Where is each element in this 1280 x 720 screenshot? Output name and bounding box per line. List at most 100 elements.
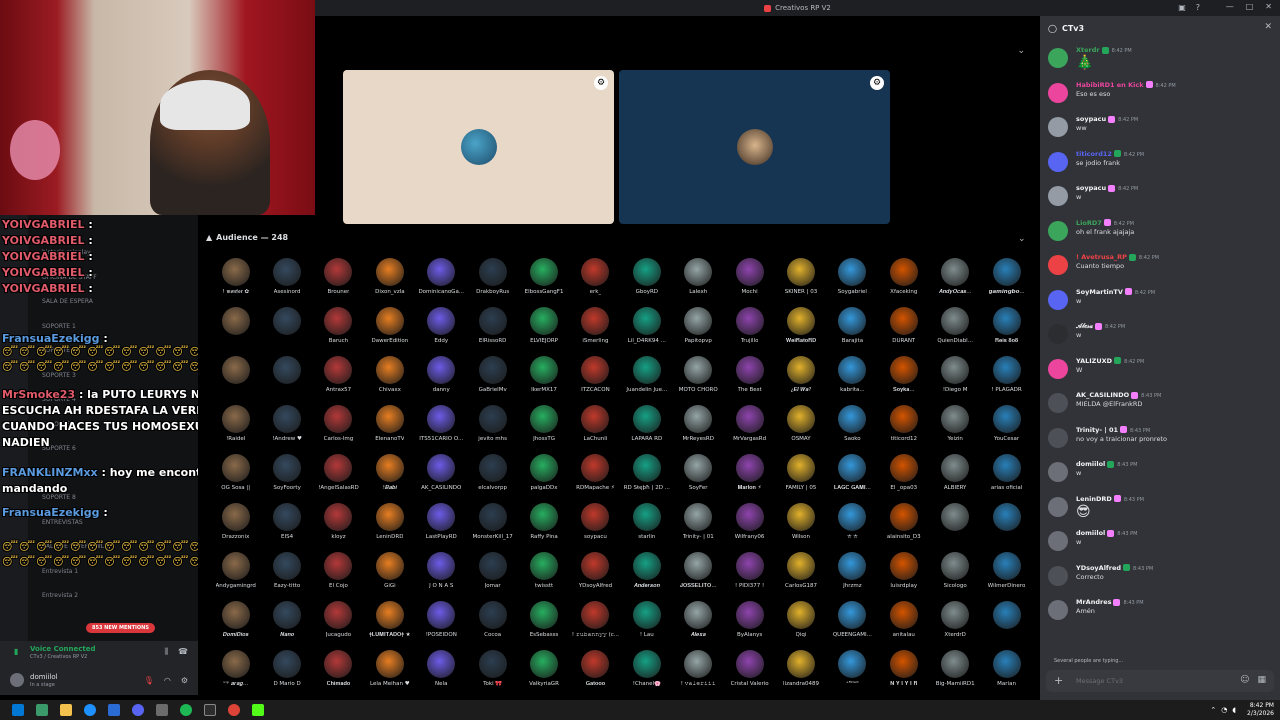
audience-member[interactable]: ¿𝑬𝒍 𝑾𝒂?	[775, 356, 826, 405]
audience-member[interactable]: GaBrielMv	[467, 356, 518, 405]
audience-member[interactable]: Wilson	[775, 503, 826, 552]
audience-member[interactable]: EIS4	[261, 503, 312, 552]
message-author[interactable]: HabibiRD1 en Kick	[1076, 81, 1144, 89]
audience-member[interactable]: anitalau	[878, 601, 929, 650]
audience-member[interactable]: Lela Meihan ♥	[364, 650, 415, 699]
message-author[interactable]: soypacu	[1076, 115, 1106, 123]
audience-member[interactable]: GiGi	[364, 552, 415, 601]
audience-member[interactable]: WilmerDinero	[981, 552, 1032, 601]
mute-icon[interactable]: 🎙	[144, 676, 154, 685]
audience-member[interactable]: Antrax57	[313, 356, 364, 405]
audience-member[interactable]	[210, 356, 261, 405]
audience-member[interactable]: DawerEdition	[364, 307, 415, 356]
audience-member[interactable]: DURANT	[878, 307, 929, 356]
audience-member[interactable]: kloyz	[313, 503, 364, 552]
outlook-icon[interactable]	[108, 704, 120, 716]
audience-member[interactable]: 𝐆𝐚𝐭𝐨𝐨𝐨	[570, 650, 621, 699]
audience-member[interactable]: 𝐂𝐡𝐢𝐦𝐚𝐝𝐨	[313, 650, 364, 699]
audience-member[interactable]: Cocoa	[467, 601, 518, 650]
avatar[interactable]	[1048, 151, 1068, 172]
disconnect-icon[interactable]: ☎	[178, 647, 188, 657]
noise-suppression-icon[interactable]: ⫼	[164, 647, 168, 657]
stream-settings-icon[interactable]: ⚙	[870, 76, 884, 90]
minimize-button[interactable]: —	[1226, 2, 1234, 11]
chat-message[interactable]: LeninDRD 8:43 PM 😎	[1046, 495, 1274, 525]
folder-icon[interactable]	[60, 704, 72, 716]
audience-member[interactable]: ⁺ᴿᴰᵃʳᵗ	[827, 650, 878, 699]
audience-member[interactable]: Cristal Valerio	[724, 650, 775, 699]
audience-member[interactable]: 𝙜𝙖𝙢𝙞𝙣𝙜𝙗𝙤...	[981, 258, 1032, 307]
audience-member[interactable]: ! 𝚟𝚊𝚕𝚎𝚛𝚒𝚒𝚒	[673, 650, 724, 699]
chevron-up-icon[interactable]: ⌃	[1210, 706, 1216, 714]
chat-message[interactable]: Trinity- | 01 8:43 PM no voy a traicionar …	[1046, 426, 1274, 456]
inbox-icon[interactable]: ▣	[1178, 3, 1186, 12]
audience-member[interactable]: 𝐒𝐨𝐲𝐤𝐚...	[878, 356, 929, 405]
audience-member[interactable]: Lalexh	[673, 258, 724, 307]
audience-member[interactable]: Papitopvp	[673, 307, 724, 356]
message-author[interactable]: domiilol	[1076, 529, 1105, 537]
speaker-tile[interactable]: ⚙	[619, 70, 890, 224]
audience-member[interactable]: !Diego M	[929, 356, 980, 405]
avatar[interactable]	[1048, 531, 1068, 551]
avatar[interactable]	[1048, 565, 1068, 586]
audience-member[interactable]	[929, 503, 980, 552]
avatar[interactable]	[1048, 496, 1068, 517]
browser-icon[interactable]	[84, 704, 96, 716]
audience-member[interactable]: OG Sosa ||	[210, 454, 261, 503]
message-author[interactable]: YDsoyAlfred	[1076, 564, 1121, 572]
speaker-tile[interactable]: ⚙	[343, 70, 614, 224]
audience-member[interactable]: Sicologo	[929, 552, 980, 601]
headset-icon[interactable]: ◠	[164, 676, 171, 685]
discord-icon[interactable]	[132, 704, 144, 716]
audience-member[interactable]: 𝐌𝐚𝐫𝐥𝐨𝐧 ⚡	[724, 454, 775, 503]
chat-message[interactable]: HabibiRD1 en Kick 8:42 PM Eso es eso	[1046, 81, 1274, 111]
message-author[interactable]: domiilol	[1076, 460, 1105, 468]
avatar[interactable]	[1048, 462, 1068, 482]
audience-member[interactable]: MOTO CHORO	[673, 356, 724, 405]
avatar[interactable]	[1048, 82, 1068, 103]
audience-member[interactable]: DrakboyRus	[467, 258, 518, 307]
audience-member[interactable]: ElenanoTV	[364, 405, 415, 454]
audience-member[interactable]: luisrdplay	[878, 552, 929, 601]
message-author[interactable]: AK_CASILINDO	[1076, 391, 1129, 399]
audience-member[interactable]: danny	[416, 356, 467, 405]
spotify-icon[interactable]	[180, 704, 192, 716]
audience-member[interactable]: SoyFoorty	[261, 454, 312, 503]
avatar[interactable]	[1048, 48, 1068, 68]
audience-member[interactable]	[981, 503, 1032, 552]
app-icon[interactable]	[156, 704, 168, 716]
audience-member[interactable]: Barajita	[827, 307, 878, 356]
audience-member[interactable]: EsSebasss	[518, 601, 569, 650]
audience-member[interactable]: IkerMX17	[518, 356, 569, 405]
avatar[interactable]	[10, 673, 24, 687]
avatar[interactable]	[1048, 358, 1068, 379]
chat-message[interactable]: domiilol 8:43 PM w	[1046, 460, 1274, 490]
audience-member[interactable]: The Best	[724, 356, 775, 405]
audience-member[interactable]: Eddy	[416, 307, 467, 356]
audience-member[interactable]: jevito mhs	[467, 405, 518, 454]
audience-member[interactable]: ᵛᶦᵖ 𝒂𝒓𝒂𝒈...	[210, 650, 261, 699]
chat-message[interactable]: soypacu 8:42 PM ww	[1046, 115, 1274, 145]
chat-message[interactable]: SoyMartinTV 8:42 PM w	[1046, 288, 1274, 318]
audience-member[interactable]: ! 𝖒𝖔𝖓𝖋𝖔𝖗 ✿	[210, 258, 261, 307]
audience-member[interactable]: El _opa03	[878, 454, 929, 503]
avatar[interactable]	[1048, 393, 1068, 413]
avatar[interactable]	[1048, 220, 1068, 241]
audience-member[interactable]: titicord12	[878, 405, 929, 454]
volume-icon[interactable]: ◖	[1232, 706, 1236, 714]
kick-icon[interactable]	[252, 704, 264, 716]
audience-member[interactable]: QuienDiabl...	[929, 307, 980, 356]
audience-member[interactable]: soypacu	[570, 503, 621, 552]
audience-member[interactable]: GboyRD	[621, 258, 672, 307]
audience-member[interactable]: ITZCACON	[570, 356, 621, 405]
audience-member[interactable]: Trujillo	[724, 307, 775, 356]
audience-member[interactable]: Nela	[416, 650, 467, 699]
audience-member[interactable]: twisstt	[518, 552, 569, 601]
audience-member[interactable]: Yeizin	[929, 405, 980, 454]
clock[interactable]: 8:42 PM 2/3/2026	[1247, 702, 1274, 718]
audience-member[interactable]: Saoko	[827, 405, 878, 454]
audience-member[interactable]: 𝐑𝐞𝐢𝐬 𝟖𝐨𝟖	[981, 307, 1032, 356]
audience-member[interactable]: Xfaceking	[878, 258, 929, 307]
audience-member[interactable]: Carlos-lmg	[313, 405, 364, 454]
audience-member[interactable]: lizandra0489	[775, 650, 826, 699]
